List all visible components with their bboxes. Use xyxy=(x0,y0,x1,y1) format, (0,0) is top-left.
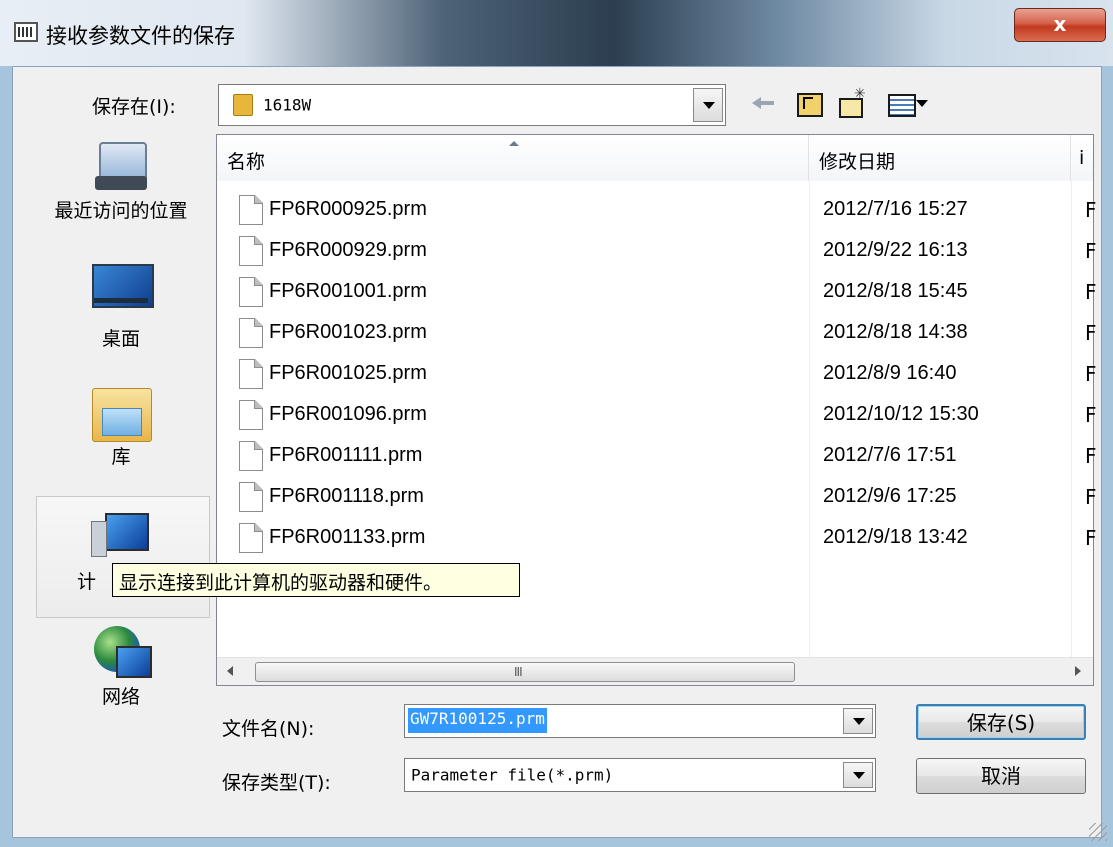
view-menu-icon[interactable] xyxy=(886,90,932,117)
table-row[interactable]: FP6R001096.prm 2012/10/12 15:30 F xyxy=(217,394,1097,435)
file-name: FP6R001133.prm xyxy=(269,526,426,548)
file-list[interactable]: 名称 修改日期 i FP6R000925.prm 2012/7/16 15:27 F… xyxy=(216,134,1097,686)
up-folder-icon[interactable] xyxy=(796,90,823,117)
file-name: FP6R001023.prm xyxy=(269,321,427,343)
file-name: FP6R001025.prm xyxy=(269,362,427,384)
place-desktop[interactable]: 桌面 xyxy=(36,264,206,350)
file-type-cut: F xyxy=(1085,444,1097,468)
file-name: FP6R001096.prm xyxy=(269,403,427,425)
desktop-icon xyxy=(92,264,154,314)
filename-input[interactable]: GW7R100125.prm xyxy=(404,704,876,738)
file-date: 2012/10/12 15:30 xyxy=(823,403,979,425)
filetype-label: 保存类型(T): xyxy=(222,772,331,794)
place-recent[interactable]: 最近访问的位置 xyxy=(36,138,206,222)
file-date: 2012/8/9 16:40 xyxy=(823,362,957,384)
save-button[interactable]: 保存(S) xyxy=(916,704,1086,740)
window-title: 接收参数文件的保存 xyxy=(46,24,235,48)
file-type-cut: F xyxy=(1085,485,1097,509)
folder-icon xyxy=(233,94,253,116)
file-type-cut: F xyxy=(1085,321,1097,345)
file-date: 2012/9/6 17:25 xyxy=(823,485,957,507)
file-type-cut: F xyxy=(1085,362,1097,386)
file-type-cut: F xyxy=(1085,280,1097,304)
file-date: 2012/7/16 15:27 xyxy=(823,198,968,220)
scroll-thumb[interactable]: III xyxy=(255,662,795,682)
chevron-down-icon[interactable] xyxy=(693,88,723,122)
place-computer[interactable]: 计 xyxy=(36,496,210,618)
new-folder-icon[interactable] xyxy=(838,86,868,118)
file-date: 2012/9/22 16:13 xyxy=(823,239,968,261)
resize-grip[interactable] xyxy=(1089,823,1107,841)
file-icon xyxy=(239,195,263,225)
file-icon xyxy=(239,482,263,512)
cancel-button[interactable]: 取消 xyxy=(916,758,1086,794)
filename-label: 文件名(N): xyxy=(222,718,315,740)
file-name: FP6R000929.prm xyxy=(269,239,427,261)
file-icon xyxy=(239,236,263,266)
chevron-down-icon[interactable] xyxy=(843,708,873,734)
save-dialog-window: 接收参数文件的保存 x 保存在(I): 1618W 最近访问的位置 桌面 库 计… xyxy=(0,0,1113,847)
close-button[interactable]: x xyxy=(1014,8,1106,42)
horizontal-scrollbar[interactable]: III xyxy=(217,657,1093,685)
chevron-down-icon[interactable] xyxy=(843,762,873,788)
file-icon xyxy=(239,359,263,389)
title-bar[interactable]: 接收参数文件的保存 x xyxy=(0,0,1113,66)
table-row[interactable]: FP6R001001.prm 2012/8/18 15:45 F xyxy=(217,271,1097,312)
column-header-name[interactable]: 名称 xyxy=(217,135,809,181)
tooltip: 显示连接到此计算机的驱动器和硬件。 xyxy=(112,563,520,597)
table-row[interactable]: FP6R001111.prm 2012/7/6 17:51 F xyxy=(217,435,1097,476)
scroll-grip: III xyxy=(514,665,523,679)
file-icon xyxy=(239,318,263,348)
file-name: FP6R000925.prm xyxy=(269,198,427,220)
library-icon xyxy=(90,384,152,446)
file-icon xyxy=(239,400,263,430)
place-network-label: 网络 xyxy=(101,686,140,708)
place-network[interactable]: 网络 xyxy=(36,624,206,708)
filetype-dropdown[interactable]: Parameter file(*.prm) xyxy=(404,758,876,792)
file-name: FP6R001118.prm xyxy=(269,485,424,507)
sort-ascending-icon xyxy=(509,141,519,146)
column-header-date[interactable]: 修改日期 xyxy=(809,135,1071,181)
save-in-dropdown[interactable]: 1618W xyxy=(218,84,726,126)
place-desktop-label: 桌面 xyxy=(101,328,140,350)
table-row[interactable]: FP6R000925.prm 2012/7/16 15:27 F xyxy=(217,189,1097,230)
place-computer-label: 计 xyxy=(77,571,97,593)
file-type-cut: F xyxy=(1085,198,1097,222)
file-icon xyxy=(239,523,263,553)
table-row[interactable]: FP6R001133.prm 2012/9/18 13:42 F xyxy=(217,517,1097,558)
table-row[interactable]: FP6R001025.prm 2012/8/9 16:40 F xyxy=(217,353,1097,394)
recent-places-icon xyxy=(91,138,151,200)
file-date: 2012/7/6 17:51 xyxy=(823,444,957,466)
save-in-label: 保存在(I): xyxy=(92,96,176,118)
save-in-value: 1618W xyxy=(263,95,312,115)
table-row[interactable]: FP6R001118.prm 2012/9/6 17:25 F xyxy=(217,476,1097,517)
back-arrow-icon[interactable] xyxy=(752,90,774,116)
file-type-cut: F xyxy=(1085,526,1097,550)
file-type-cut: F xyxy=(1085,239,1097,263)
file-icon xyxy=(239,277,263,307)
file-name: FP6R001111.prm xyxy=(269,444,423,466)
computer-icon xyxy=(91,507,149,563)
place-library[interactable]: 库 xyxy=(36,384,206,468)
table-row[interactable]: FP6R001023.prm 2012/8/18 14:38 F xyxy=(217,312,1097,353)
place-library-label: 库 xyxy=(111,446,131,468)
scroll-right-icon[interactable] xyxy=(1075,666,1081,676)
file-date: 2012/8/18 15:45 xyxy=(823,280,968,302)
file-name: FP6R001001.prm xyxy=(269,280,427,302)
network-icon xyxy=(90,624,152,686)
file-type-cut: F xyxy=(1085,403,1097,427)
file-date: 2012/9/18 13:42 xyxy=(823,526,968,548)
filetype-value: Parameter file(*.prm) xyxy=(411,765,614,785)
scroll-left-icon[interactable] xyxy=(227,666,233,676)
file-date: 2012/8/18 14:38 xyxy=(823,321,968,343)
app-icon xyxy=(14,22,38,42)
file-icon xyxy=(239,441,263,471)
filename-value: GW7R100125.prm xyxy=(408,708,547,733)
table-row[interactable]: FP6R000929.prm 2012/9/22 16:13 F xyxy=(217,230,1097,271)
place-recent-label: 最近访问的位置 xyxy=(54,200,188,222)
column-header-type[interactable]: i xyxy=(1071,135,1093,181)
